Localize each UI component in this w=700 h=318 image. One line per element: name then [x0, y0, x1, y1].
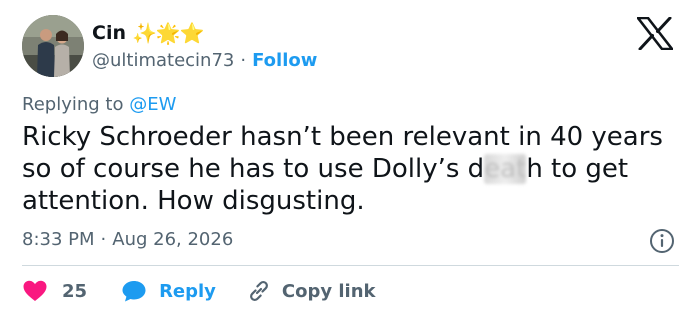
replying-to: Replying to @EW	[22, 94, 176, 115]
copy-link-button[interactable]: Copy link	[246, 278, 376, 304]
handle-separator: ·	[240, 49, 247, 71]
divider	[22, 265, 679, 266]
name-emoji: ✨🌟⭐	[131, 21, 205, 45]
tweet-date: Aug 26, 2026	[112, 229, 234, 250]
reply-label: Reply	[159, 280, 216, 302]
replying-mention[interactable]: @EW	[129, 94, 176, 115]
follow-button[interactable]: Follow	[252, 50, 317, 71]
replying-prefix: Replying to	[22, 94, 130, 115]
like-count: 25	[62, 280, 88, 302]
user-name-row: Cin ✨🌟⭐	[92, 20, 205, 46]
copy-link-label: Copy link	[281, 280, 376, 302]
link-icon	[246, 278, 272, 304]
avatar[interactable]	[22, 15, 84, 77]
reply-bubble-icon	[121, 279, 147, 303]
tweet-text: Ricky Schroeder hasn’t been relevant in …	[22, 121, 682, 217]
display-name[interactable]: Cin	[92, 22, 126, 44]
meta-separator: ·	[100, 229, 107, 250]
tweet-timestamp[interactable]: 8:33 PM · Aug 26, 2026	[22, 229, 233, 250]
like-button[interactable]: 25	[22, 279, 87, 303]
handle-row: @ultimatecin73 · Follow	[92, 48, 317, 72]
heart-icon	[22, 279, 48, 303]
tweet-time: 8:33 PM	[22, 229, 95, 250]
x-logo-icon[interactable]	[636, 16, 674, 51]
action-bar: 25 Reply Copy link	[22, 277, 376, 305]
user-handle[interactable]: @ultimatecin73	[92, 50, 234, 71]
censored-word: eat	[484, 154, 527, 184]
avatar-photo	[22, 15, 84, 77]
reply-button[interactable]: Reply	[121, 279, 216, 303]
info-icon[interactable]	[649, 228, 675, 254]
